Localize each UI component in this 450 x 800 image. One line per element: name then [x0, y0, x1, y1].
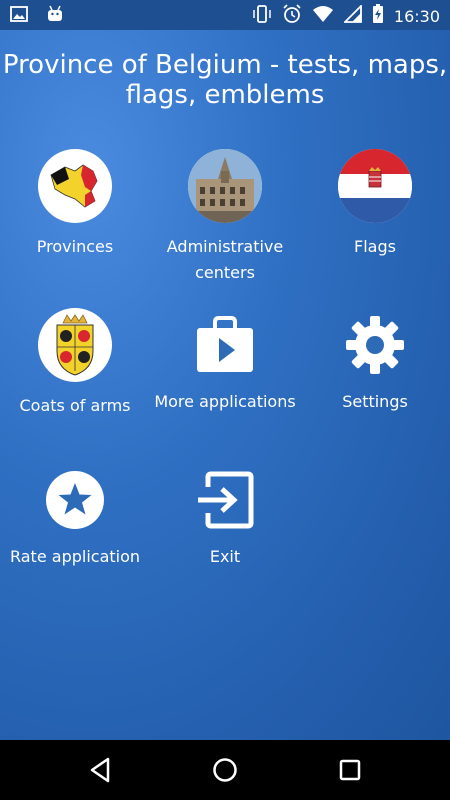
navigation-bar: [0, 740, 450, 800]
menu-label: Settings: [342, 392, 408, 411]
status-bar: 16:30: [0, 0, 450, 30]
recents-icon[interactable]: [336, 756, 364, 788]
menu-label: More applications: [154, 392, 296, 411]
coat-of-arms-icon: [38, 308, 112, 382]
clock-time: 16:30: [393, 6, 440, 26]
android-icon: [46, 5, 64, 27]
image-icon: [10, 5, 28, 27]
menu-item-provinces[interactable]: Provinces: [0, 148, 150, 260]
wifi-icon: [312, 5, 334, 27]
star-icon: [37, 462, 113, 538]
alarm-icon: [282, 4, 302, 28]
menu-label: Coats of arms: [19, 396, 131, 415]
back-icon[interactable]: [86, 756, 114, 788]
menu-label: Administrative centers: [166, 237, 284, 282]
menu-item-rate-application[interactable]: Rate application: [0, 462, 150, 570]
vibrate-icon: [252, 5, 272, 27]
menu-item-administrative-centers[interactable]: Administrative centers: [150, 148, 300, 286]
menu-item-more-applications[interactable]: More applications: [150, 307, 300, 415]
main-screen: Province of Belgium - tests, maps, flags…: [0, 30, 450, 740]
battery-icon: [372, 4, 384, 28]
flag-icon: [338, 149, 412, 223]
menu-item-settings[interactable]: Settings: [300, 307, 450, 415]
home-icon[interactable]: [211, 756, 239, 788]
exit-icon: [187, 462, 263, 538]
menu-item-coats-of-arms[interactable]: Coats of arms: [0, 307, 150, 419]
menu-label: Flags: [354, 237, 396, 256]
menu-item-exit[interactable]: Exit: [150, 462, 300, 570]
play-store-icon: [187, 307, 263, 383]
menu-label: Exit: [209, 547, 241, 566]
signal-icon: [342, 3, 362, 27]
gear-icon: [337, 307, 413, 383]
belgium-map-icon: [38, 149, 112, 223]
page-title: Province of Belgium - tests, maps, flags…: [2, 50, 448, 110]
city-hall-photo-icon: [188, 149, 262, 223]
menu-label: Provinces: [36, 237, 114, 256]
menu-label: Rate application: [9, 547, 141, 566]
menu-item-flags[interactable]: Flags: [300, 148, 450, 260]
